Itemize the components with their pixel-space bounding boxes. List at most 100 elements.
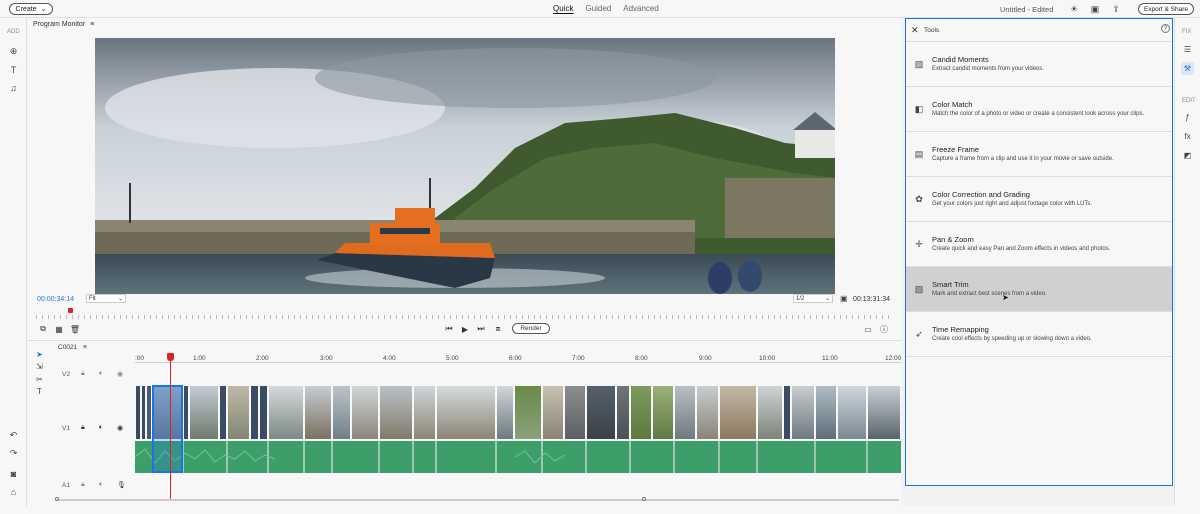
playback-quality-dropdown[interactable]: 1/2 ⌄ — [793, 294, 833, 303]
video-clip[interactable] — [719, 385, 757, 440]
video-clip[interactable] — [652, 385, 674, 440]
split-clip-icon[interactable]: ⧉ — [37, 324, 49, 334]
video-clip[interactable] — [616, 385, 630, 440]
text-tool-icon[interactable]: T — [34, 386, 45, 397]
video-clip[interactable] — [514, 385, 542, 440]
step-forward-icon[interactable]: ⏭ — [475, 324, 487, 334]
theme-icon[interactable]: ☀ — [1068, 3, 1080, 15]
tab-quick[interactable]: Quick — [553, 4, 573, 13]
help-icon[interactable]: ? — [1161, 24, 1170, 33]
video-clip[interactable] — [332, 385, 351, 440]
add-media-icon[interactable]: ⊕ — [7, 45, 20, 58]
tool-color-match[interactable]: ◧ Color Match Match the color of a photo… — [906, 87, 1172, 132]
video-clip[interactable] — [815, 385, 837, 440]
video-clip[interactable] — [189, 385, 219, 440]
video-clip[interactable] — [351, 385, 379, 440]
ruler-tick: 3:00 — [320, 355, 333, 362]
timeline: C0021 ≡ ➤ ⇲ ✂ T :00 1:00 2:00 3:00 4:00 … — [28, 340, 901, 506]
video-clip[interactable] — [696, 385, 719, 440]
monitor-view-icon[interactable]: ▭ — [862, 324, 874, 334]
video-clip[interactable] — [496, 385, 514, 440]
video-clip[interactable] — [837, 385, 867, 440]
eye-icon[interactable]: ◉ — [117, 370, 123, 378]
selected-clip[interactable] — [152, 385, 183, 473]
tool-smart-trim[interactable]: ▧ Smart Trim Mark and extract best scene… — [906, 267, 1172, 312]
video-clip[interactable] — [436, 385, 496, 440]
transitions-icon[interactable]: ƒ — [1181, 111, 1194, 124]
microphone-icon[interactable]: 🎙︎ — [117, 481, 126, 489]
help-icon[interactable]: ⓘ — [878, 324, 890, 334]
linked-audio-waveform[interactable] — [134, 441, 901, 473]
video-clip[interactable] — [783, 385, 791, 440]
video-clip[interactable] — [867, 385, 901, 440]
video-clip[interactable] — [268, 385, 304, 440]
speaker-icon[interactable]: 🔈︎ — [99, 370, 103, 378]
trash-icon[interactable]: 🗑 — [69, 324, 81, 334]
playhead[interactable] — [167, 353, 174, 361]
video-clip[interactable] — [791, 385, 815, 440]
render-button[interactable]: Render — [512, 323, 550, 334]
video-clip[interactable] — [564, 385, 586, 440]
scrub-handle[interactable] — [68, 308, 73, 313]
menu-icon[interactable]: ≡ — [90, 21, 94, 28]
home-icon[interactable]: ⌂ — [7, 485, 20, 498]
video-clip[interactable] — [413, 385, 436, 440]
tool-candid-moments[interactable]: ▨ Candid Moments Extract candid moments … — [906, 42, 1172, 87]
video-clip[interactable] — [219, 385, 227, 440]
tool-color-correction[interactable]: ✿ Color Correction and Grading Get your … — [906, 177, 1172, 222]
export-share-button[interactable]: Export & Share — [1138, 3, 1194, 15]
safe-margins-icon[interactable]: ▣ — [840, 294, 848, 303]
eye-icon[interactable]: ◉ — [117, 424, 123, 432]
video-clip[interactable] — [227, 385, 250, 440]
video-clip[interactable] — [757, 385, 783, 440]
close-icon[interactable]: ✕ — [911, 25, 919, 36]
scissors-icon[interactable]: ✂ — [34, 374, 45, 385]
tool-time-remapping[interactable]: ➶ Time Remapping Create cool effects by … — [906, 312, 1172, 357]
lock-icon[interactable]: 🔒︎ — [81, 481, 85, 489]
lock-icon[interactable]: 🔒︎ — [81, 424, 85, 432]
current-timecode[interactable]: 00:00:34:14 — [37, 296, 74, 303]
scrub-bar[interactable] — [36, 315, 894, 319]
share-icon[interactable]: ⇪ — [1110, 3, 1122, 15]
organizer-icon[interactable]: ◙ — [7, 467, 20, 480]
video-preview[interactable] — [95, 38, 835, 294]
video-clip[interactable] — [542, 385, 564, 440]
lock-icon[interactable]: 🔒︎ — [81, 370, 85, 378]
effects-icon[interactable]: fx — [1181, 130, 1194, 143]
tab-guided[interactable]: Guided — [585, 4, 611, 13]
tools-icon[interactable]: ⚒ — [1181, 62, 1194, 75]
video-clip[interactable] — [674, 385, 696, 440]
video-clip[interactable] — [259, 385, 268, 440]
add-title-icon[interactable]: T — [7, 63, 20, 76]
add-music-icon[interactable]: ♫ — [7, 81, 20, 94]
timeline-scrollbar[interactable] — [55, 497, 899, 501]
scroll-end-handle[interactable] — [642, 497, 646, 501]
play-icon[interactable]: ▶ — [459, 324, 471, 334]
time-ruler[interactable]: :00 1:00 2:00 3:00 4:00 5:00 6:00 7:00 8… — [135, 354, 901, 363]
create-button[interactable]: Create ⌄ — [9, 3, 53, 15]
speaker-icon[interactable]: 🔈︎ — [99, 424, 103, 432]
graphics-icon[interactable]: ◩ — [1181, 149, 1194, 162]
tool-pan-zoom[interactable]: ✛ Pan & Zoom Create quick and easy Pan a… — [906, 222, 1172, 267]
redo-icon[interactable]: ↷ — [7, 447, 20, 460]
video-clip[interactable] — [379, 385, 413, 440]
tab-advanced[interactable]: Advanced — [623, 4, 659, 13]
fit-clip-icon[interactable]: ▦ — [53, 324, 65, 334]
video-clip[interactable] — [586, 385, 616, 440]
step-back-icon[interactable]: ⏮ — [443, 324, 455, 334]
video-clip[interactable] — [304, 385, 332, 440]
fullscreen-icon[interactable]: ⧈ — [492, 324, 504, 334]
ripple-tool-icon[interactable]: ⇲ — [34, 361, 45, 372]
save-icon[interactable]: ▣ — [1089, 3, 1101, 15]
menu-icon[interactable]: ≡ — [83, 344, 87, 351]
video-clip[interactable] — [630, 385, 652, 440]
fit-dropdown[interactable]: Fit ⌄ — [86, 294, 126, 303]
speaker-icon[interactable]: 🔈︎ — [99, 481, 103, 489]
scroll-start-handle[interactable] — [55, 497, 59, 501]
selection-tool-icon[interactable]: ➤ — [34, 349, 45, 360]
video-clip[interactable] — [250, 385, 259, 440]
tool-freeze-frame[interactable]: ▤ Freeze Frame Capture a frame from a cl… — [906, 132, 1172, 177]
undo-icon[interactable]: ↶ — [7, 429, 20, 442]
v1-track[interactable] — [135, 385, 901, 440]
adjustments-icon[interactable]: ☰ — [1181, 43, 1194, 56]
